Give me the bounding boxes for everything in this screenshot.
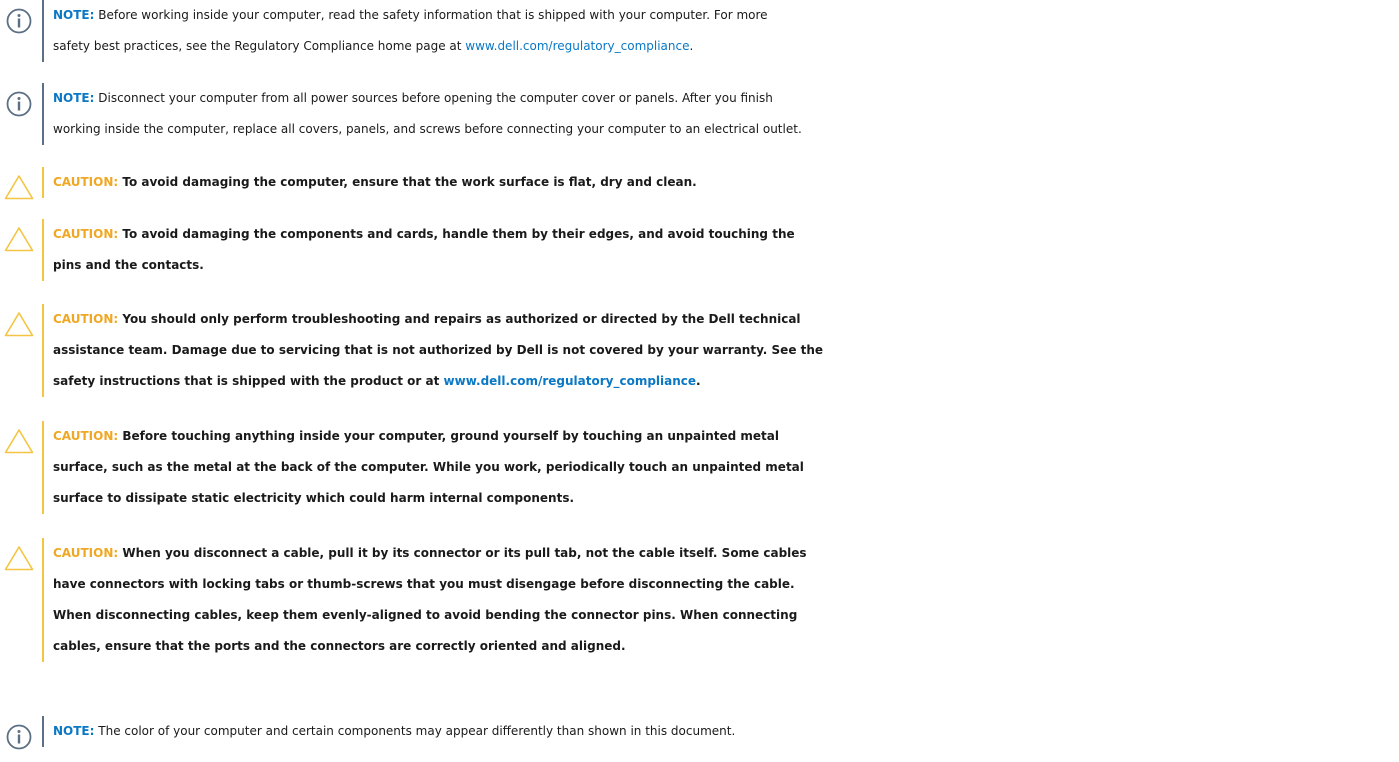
caution-text: To avoid damaging the components and car… [118,227,795,241]
note-line: working inside the computer, replace all… [53,122,802,136]
warning-triangle-icon [4,546,34,571]
caution-label: CAUTION: [53,175,119,189]
caution-disconnect-cables: CAUTION: When you disconnect a cable, pu… [0,538,1399,662]
caution-line: have connectors with locking tabs or thu… [53,577,795,591]
warning-triangle-icon [4,312,34,337]
note-text: Before working inside your computer, rea… [94,8,768,22]
note-line: NOTE: Disconnect your computer from all … [53,83,1399,114]
caution-line: pins and the contacts. [53,258,204,272]
note-line: NOTE: The color of your computer and cer… [53,716,1399,747]
info-circle-icon [6,8,32,34]
caution-line: When disconnecting cables, keep them eve… [53,608,798,622]
caution-work-surface: CAUTION: To avoid damaging the computer,… [0,167,1399,200]
note-label: NOTE: [53,91,95,105]
warning-triangle-icon [4,175,34,200]
note-text: . [689,39,694,53]
note-color-appearance: NOTE: The color of your computer and cer… [0,716,1399,750]
caution-text: safety instructions that is shipped with… [53,374,444,388]
caution-line: CAUTION: When you disconnect a cable, pu… [53,538,1399,569]
note-label: NOTE: [53,724,95,738]
info-circle-icon [6,724,32,750]
caution-body: CAUTION: When you disconnect a cable, pu… [42,538,1399,662]
warning-triangle-icon [4,429,34,454]
caution-body: CAUTION: To avoid damaging the component… [42,219,1399,281]
caution-ground-yourself: CAUTION: Before touching anything inside… [0,421,1399,514]
caution-line: safety instructions that is shipped with… [53,366,1399,397]
caution-authorized-repairs: CAUTION: You should only perform trouble… [0,304,1399,397]
caution-line: assistance team. Damage due to servicing… [53,343,824,357]
note-text: The color of your computer and certain c… [94,724,736,738]
caution-body: CAUTION: To avoid damaging the computer,… [42,167,1399,198]
regulatory-compliance-link[interactable]: www.dell.com/regulatory_compliance [444,374,697,388]
caution-line: CAUTION: To avoid damaging the component… [53,219,1399,250]
caution-label: CAUTION: [53,227,119,241]
note-text: safety best practices, see the Regulator… [53,39,466,53]
note-safety-information: NOTE: Before working inside your compute… [0,0,1399,62]
note-body: NOTE: Before working inside your compute… [42,0,1399,62]
caution-label: CAUTION: [53,429,119,443]
caution-label: CAUTION: [53,312,119,326]
caution-line: cables, ensure that the ports and the co… [53,639,626,653]
caution-body: CAUTION: Before touching anything inside… [42,421,1399,514]
caution-line: CAUTION: You should only perform trouble… [53,304,1399,335]
caution-text: When you disconnect a cable, pull it by … [118,546,807,560]
caution-text: Before touching anything inside your com… [118,429,779,443]
caution-line: surface, such as the metal at the back o… [53,460,804,474]
caution-text: . [696,374,701,388]
note-body: NOTE: The color of your computer and cer… [42,716,1399,747]
note-line: NOTE: Before working inside your compute… [53,0,1399,31]
info-circle-icon [6,91,32,117]
regulatory-compliance-link[interactable]: www.dell.com/regulatory_compliance [465,39,689,53]
caution-line: surface to dissipate static electricity … [53,491,575,505]
caution-line: CAUTION: Before touching anything inside… [53,421,1399,452]
note-label: NOTE: [53,8,95,22]
caution-body: CAUTION: You should only perform trouble… [42,304,1399,397]
caution-line: CAUTION: To avoid damaging the computer,… [53,167,1399,198]
note-text: Disconnect your computer from all power … [94,91,773,105]
note-disconnect-power: NOTE: Disconnect your computer from all … [0,83,1399,145]
note-line: safety best practices, see the Regulator… [53,31,1399,62]
caution-handle-components: CAUTION: To avoid damaging the component… [0,219,1399,281]
note-body: NOTE: Disconnect your computer from all … [42,83,1399,145]
warning-triangle-icon [4,227,34,252]
caution-label: CAUTION: [53,546,119,560]
caution-text: To avoid damaging the computer, ensure t… [118,175,697,189]
caution-text: You should only perform troubleshooting … [118,312,801,326]
